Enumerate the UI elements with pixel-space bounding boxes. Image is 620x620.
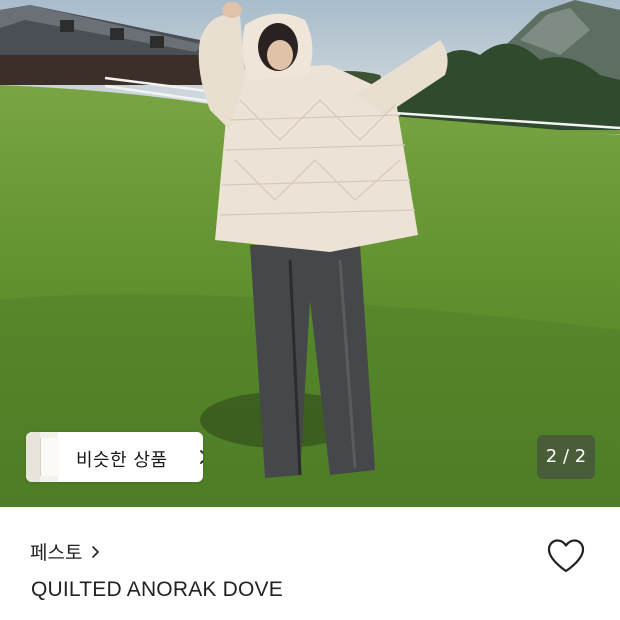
product-photo[interactable] [0,0,620,507]
product-photo-illustration [0,0,620,507]
chevron-right-icon [200,450,203,464]
brand-name: 페스토 [30,542,83,564]
similar-product-thumbnail [26,432,59,482]
similar-products-button[interactable]: 비슷한 상품 [26,432,203,482]
image-counter-text: 2 / 2 [545,446,587,467]
brand-link[interactable]: 페스토 [30,538,102,565]
image-counter: 2 / 2 [537,435,595,479]
product-name: QUILTED ANORAK DOVE [31,578,283,601]
heart-outline-icon[interactable] [546,538,586,574]
similar-products-label: 비슷한 상품 [76,450,168,471]
chevron-right-icon [92,545,100,558]
